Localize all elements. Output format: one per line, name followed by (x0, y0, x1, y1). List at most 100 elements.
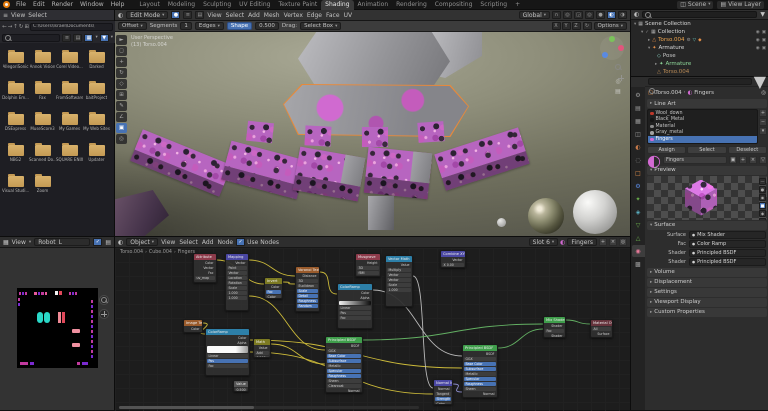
tab-rendering[interactable]: Rendering (392, 0, 431, 10)
editor-type-icon[interactable]: ◐ (118, 12, 123, 19)
breadcrumb-item[interactable]: Fingers (694, 90, 714, 96)
unlink-button[interactable]: × (609, 238, 617, 246)
disclosure-triangle[interactable]: ▸ (648, 38, 650, 43)
axis-x-dot[interactable] (618, 45, 624, 51)
add-workspace-button[interactable]: + (511, 0, 524, 10)
menu-file[interactable]: File (13, 1, 29, 8)
node-menu-select[interactable]: Select (179, 239, 198, 246)
vertex-select-icon[interactable]: ● (171, 11, 181, 19)
collection-checkbox[interactable]: ✓ (645, 30, 649, 35)
node-header[interactable]: Mix Shader (544, 317, 565, 323)
axis-z-dot[interactable] (602, 52, 608, 58)
camera-icon[interactable]: ▣ (762, 46, 766, 51)
node-header[interactable]: Math (254, 339, 270, 345)
disclosure-triangle[interactable]: ▾ (648, 46, 650, 51)
preview-shape-4[interactable]: ◆ (759, 209, 766, 217)
folder-item[interactable]: DSExpress (2, 112, 29, 143)
up-icon[interactable]: ↑ (13, 24, 18, 30)
axis-y-dot[interactable] (609, 36, 615, 42)
eye-icon[interactable]: ◉ (756, 46, 760, 51)
display-thumbnail-icon[interactable]: ▦ (84, 33, 94, 42)
display-list-icon[interactable]: ≡ (62, 33, 72, 42)
shader-type-dropdown[interactable]: Object ▾ (126, 238, 159, 246)
menu-render[interactable]: Render (49, 1, 76, 8)
node-image-texture-13[interactable]: Image TextureColorLinear (183, 319, 203, 333)
viewport-tool-3[interactable]: ↻ (116, 68, 127, 78)
node-breadcrumb-item[interactable]: Fingers (178, 250, 195, 255)
offset-dropdown[interactable]: Offset ▾ (118, 22, 147, 30)
properties-tab-5[interactable]: ◌ (632, 154, 645, 166)
node-voronoi-texture-3[interactable]: Voronoi TextureDistance3DEuclideanScaleD… (295, 266, 320, 312)
node-breadcrumb-item[interactable]: Torso.004 (120, 250, 143, 255)
select-button[interactable]: Select (687, 145, 727, 154)
material-slot-fingers[interactable]: Fingers (648, 136, 757, 143)
disclosure-triangle[interactable]: ▾ (641, 30, 643, 35)
material-shading-icon[interactable]: ◐ (607, 11, 616, 19)
search-input[interactable] (2, 33, 61, 42)
select-box-dropdown[interactable]: Select Box ▾ (300, 22, 342, 30)
viewport-tool-5[interactable]: ⊞ (116, 90, 127, 100)
surface-row-value[interactable]: ● Color Ramp (689, 240, 766, 248)
surface-row-value[interactable]: ● Principled BSDF (689, 258, 766, 266)
unlink-material-button[interactable]: × (749, 156, 757, 164)
preview-shape-0[interactable]: — (759, 177, 766, 185)
display-size-dropdown[interactable]: ▾ (95, 35, 97, 40)
zoom-icon[interactable] (615, 64, 621, 72)
volume-section[interactable]: ▸ Volume (647, 267, 767, 277)
viewport-menu-face[interactable]: Face (326, 12, 340, 19)
node-menu-view[interactable]: View (161, 239, 175, 246)
node-header[interactable]: Image Texture (184, 320, 202, 326)
disclosure-triangle[interactable]: ▾ (634, 22, 636, 27)
display-grid-icon[interactable]: ▤ (73, 33, 83, 42)
open-image-icon[interactable]: ▤ (105, 239, 111, 246)
properties-tab-2[interactable]: ▦ (632, 115, 645, 127)
node-header[interactable]: Mapping (226, 254, 248, 260)
mirror-z-button[interactable]: Z (571, 22, 581, 30)
folder-item[interactable]: Zoom (29, 174, 56, 205)
node-header[interactable]: Normal Map (434, 380, 452, 386)
node-tree-icon[interactable]: ▽ (759, 156, 767, 164)
folder-item[interactable]: FromSoftware (56, 81, 83, 112)
viewport-tool-1[interactable]: ◻ (116, 46, 127, 56)
folder-item[interactable]: baitProject (83, 81, 110, 112)
preview-shape-2[interactable]: ◉ (759, 193, 766, 201)
custom-properties-section[interactable]: ▸ Custom Properties (647, 307, 767, 317)
new-material-button[interactable]: + (739, 156, 747, 164)
outliner-row[interactable]: ▾ ✦ Armature ◉ ▣ (631, 44, 768, 52)
viewport-display-section[interactable]: ▸ Viewport Display (647, 297, 767, 307)
wireframe-shading-icon[interactable]: ◎ (585, 11, 594, 19)
outliner-funnel-icon[interactable]: ▼ (760, 11, 765, 18)
viewport-tool-0[interactable]: ► (116, 35, 127, 45)
outliner-row[interactable]: △ Torso.004 (631, 68, 768, 76)
folder-item[interactable]: Corel Video... (56, 50, 83, 81)
node-math-15[interactable]: Math Value Add 0.500 (253, 338, 271, 358)
node-menu-add[interactable]: Add (202, 239, 214, 246)
viewport-menu-edge[interactable]: Edge (307, 12, 322, 19)
slot-specials-dropdown[interactable]: ▾ (759, 127, 767, 135)
node-header[interactable]: Vector Math (386, 256, 412, 262)
node-attribute-0[interactable]: Attribute Color Vector Fac uv_map (193, 253, 217, 283)
tab-scripting[interactable]: Scripting (476, 0, 511, 10)
pin-icon[interactable]: ◎ (761, 90, 766, 96)
mirror-x-button[interactable]: X (551, 22, 561, 30)
tab-animation[interactable]: Animation (354, 0, 393, 10)
properties-tab-1[interactable]: ▤ (632, 102, 645, 114)
folder-item[interactable]: My Web Sites (83, 112, 110, 143)
node-colorramp-14[interactable]: ColorRamp Color Alpha Linear Pos Fac (205, 328, 250, 376)
properties-tab-13[interactable]: ▩ (632, 258, 645, 270)
finger-4[interactable] (363, 146, 433, 200)
horizontal-scrollbar[interactable] (119, 406, 419, 409)
surface-row-value[interactable]: ● Principled BSDF (689, 249, 766, 257)
tab-layout[interactable]: Layout (135, 0, 163, 10)
menu-window[interactable]: Window (77, 1, 107, 8)
new-folder-icon[interactable]: ⊞ (24, 24, 29, 30)
properties-tab-9[interactable]: ◈ (632, 206, 645, 218)
node-header[interactable]: Attribute (194, 254, 216, 260)
texture-image[interactable] (17, 288, 98, 368)
xray-toggle-icon[interactable]: ◲ (574, 11, 583, 19)
back-icon[interactable]: ← (2, 24, 7, 30)
folder-item[interactable]: Visual Studi... (2, 174, 29, 205)
outliner-filter-icon[interactable]: ◐ (634, 11, 639, 18)
ortho-toggle-icon[interactable]: ▤ (615, 88, 621, 95)
material-name-field[interactable]: Fingers (662, 156, 727, 164)
